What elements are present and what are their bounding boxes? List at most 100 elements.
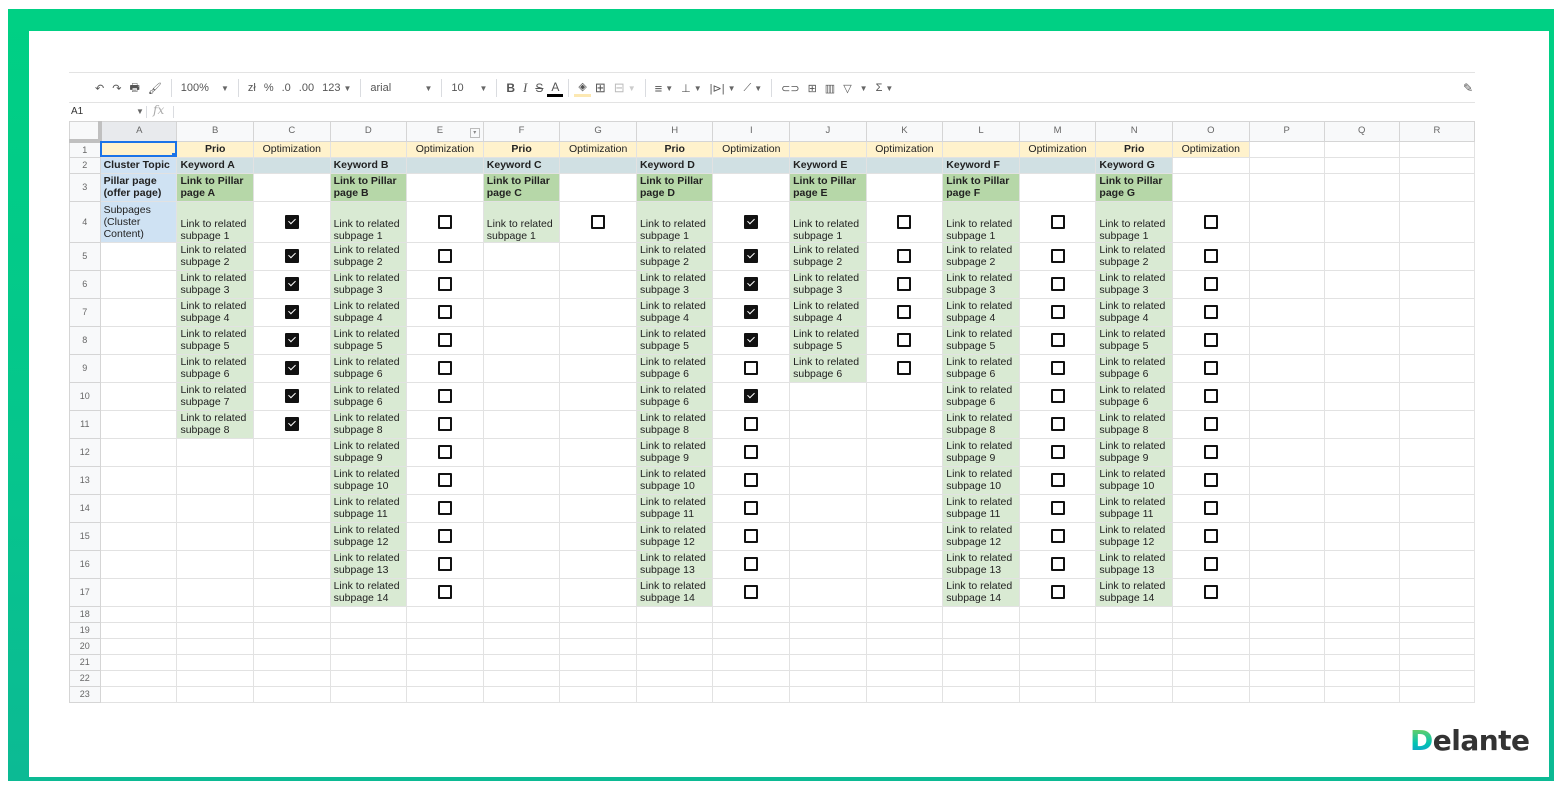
cell-g20[interactable]	[559, 637, 637, 655]
optimization-cell[interactable]	[252, 269, 331, 299]
cell-r3[interactable]	[1398, 172, 1475, 202]
cell-r14[interactable]	[1398, 493, 1475, 523]
cell-p2[interactable]	[1248, 156, 1325, 174]
cell-k19[interactable]	[865, 621, 944, 639]
horizontal-align-icon[interactable]: ≡ ▼	[651, 77, 678, 99]
cell-c21[interactable]	[252, 653, 331, 671]
cell-h19[interactable]	[635, 621, 714, 639]
cell-n2[interactable]: Keyword G	[1095, 156, 1173, 174]
subpage-link-cell[interactable]: Link to related subpage 13	[942, 549, 1020, 579]
subpage-link-cell[interactable]: Link to related subpage 6	[635, 353, 714, 383]
subpage-link-cell[interactable]: Link to related subpage 1	[1095, 200, 1173, 243]
optimization-cell[interactable]	[1018, 549, 1097, 579]
cell-i3[interactable]	[712, 172, 791, 202]
formula-input[interactable]	[181, 106, 1461, 118]
optimization-cell[interactable]	[1171, 465, 1250, 495]
checkbox-checked[interactable]	[744, 249, 759, 263]
optimization-cell[interactable]	[1171, 353, 1250, 383]
cell-e21[interactable]	[406, 653, 484, 671]
cell-h3[interactable]: Link to Pillar page D	[635, 172, 714, 202]
cell-j22[interactable]	[789, 669, 867, 687]
optimization-cell[interactable]	[1018, 437, 1097, 467]
subpage-link-cell[interactable]: Link to related subpage 13	[635, 549, 714, 579]
subpage-link-cell[interactable]: Link to related subpage 6	[329, 353, 408, 383]
cell-q10[interactable]	[1323, 381, 1400, 411]
checkbox-unchecked[interactable]	[1203, 333, 1218, 347]
optimization-cell[interactable]	[1018, 269, 1097, 299]
checkbox-checked[interactable]	[284, 277, 299, 291]
checkbox-unchecked[interactable]	[744, 473, 759, 487]
cell-f5[interactable]	[482, 241, 561, 271]
optimization-cell[interactable]	[712, 325, 791, 355]
checkbox-unchecked[interactable]	[1203, 277, 1218, 291]
cell-c1[interactable]: Optimization	[252, 140, 331, 158]
checkbox-unchecked[interactable]	[1203, 445, 1218, 459]
cell-j10[interactable]	[789, 381, 867, 411]
row-header[interactable]: 4	[69, 200, 101, 243]
optimization-cell[interactable]	[712, 465, 791, 495]
cell-o19[interactable]	[1171, 621, 1250, 639]
optimization-cell[interactable]	[406, 409, 484, 439]
cell-p10[interactable]	[1248, 381, 1325, 411]
cell-b21[interactable]	[176, 653, 254, 671]
cell-g8[interactable]	[559, 325, 637, 355]
cell-j13[interactable]	[789, 465, 867, 495]
row-header[interactable]: 21	[69, 653, 101, 671]
cell-a16[interactable]	[99, 549, 178, 579]
cell-r23[interactable]	[1398, 685, 1475, 703]
cell-p7[interactable]	[1248, 297, 1325, 327]
optimization-cell[interactable]	[1171, 297, 1250, 327]
cell-g22[interactable]	[559, 669, 637, 687]
checkbox-unchecked[interactable]	[1050, 305, 1065, 319]
subpage-link-cell[interactable]: Link to related subpage 14	[942, 577, 1020, 607]
cell-c22[interactable]	[252, 669, 331, 687]
optimization-cell[interactable]	[1171, 437, 1250, 467]
row-header[interactable]: 14	[69, 493, 101, 523]
cell-q5[interactable]	[1323, 241, 1400, 271]
cell-c19[interactable]	[252, 621, 331, 639]
cell-p23[interactable]	[1248, 685, 1325, 703]
cell-i2[interactable]	[712, 156, 791, 174]
cell-e19[interactable]	[406, 621, 484, 639]
cell-f1[interactable]: Prio	[482, 140, 561, 158]
vertical-align-icon[interactable]: ⊥ ▼	[677, 77, 706, 99]
cell-m22[interactable]	[1018, 669, 1097, 687]
cell-a5[interactable]	[99, 241, 178, 271]
cell-b2[interactable]: Keyword A	[176, 156, 254, 174]
column-header-n[interactable]: N	[1095, 121, 1173, 142]
paint-format-icon[interactable]: 🖌	[144, 77, 166, 99]
checkbox-unchecked[interactable]	[744, 557, 759, 571]
checkbox-unchecked[interactable]	[1050, 277, 1065, 291]
text-wrap-icon[interactable]: |⊳| ▼	[706, 77, 740, 99]
cell-q19[interactable]	[1323, 621, 1400, 639]
cell-r5[interactable]	[1398, 241, 1475, 271]
cell-p13[interactable]	[1248, 465, 1325, 495]
subpage-link-cell[interactable]: Link to related subpage 4	[789, 297, 867, 327]
optimization-cell[interactable]	[406, 269, 484, 299]
subpage-link-cell[interactable]: Link to related subpage 11	[1095, 493, 1173, 523]
optimization-cell[interactable]	[1018, 241, 1097, 271]
cell-h18[interactable]	[635, 605, 714, 623]
optimization-cell[interactable]	[712, 353, 791, 383]
checkbox-unchecked[interactable]	[744, 361, 759, 375]
cell-j14[interactable]	[789, 493, 867, 523]
cell-d3[interactable]: Link to Pillar page B	[329, 172, 408, 202]
cell-r18[interactable]	[1398, 605, 1475, 623]
undo-icon[interactable]: ↶	[91, 77, 108, 99]
cell-g21[interactable]	[559, 653, 637, 671]
cell-f20[interactable]	[482, 637, 561, 655]
subpage-link-cell[interactable]: Link to related subpage 11	[942, 493, 1020, 523]
cell-q3[interactable]	[1323, 172, 1400, 202]
cell-q23[interactable]	[1323, 685, 1400, 703]
row-header[interactable]: 1	[69, 140, 101, 158]
optimization-cell[interactable]	[712, 549, 791, 579]
cell-m21[interactable]	[1018, 653, 1097, 671]
subpage-link-cell[interactable]: Link to related subpage 4	[176, 297, 254, 327]
cell-k22[interactable]	[865, 669, 944, 687]
subpage-link-cell[interactable]: Link to related subpage 4	[329, 297, 408, 327]
cell-a10[interactable]	[99, 381, 178, 411]
cell-o3[interactable]	[1171, 172, 1250, 202]
cell-k16[interactable]	[865, 549, 944, 579]
cell-o20[interactable]	[1171, 637, 1250, 655]
cell-k14[interactable]	[865, 493, 944, 523]
